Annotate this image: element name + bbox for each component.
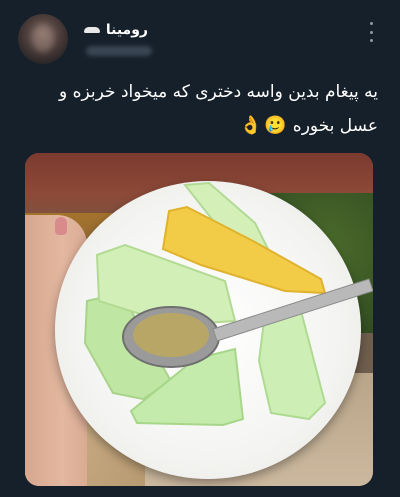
- author-display-name[interactable]: رومینا: [106, 22, 148, 38]
- honey-in-spoon: [133, 313, 209, 357]
- author-handle-blurred: [86, 46, 152, 56]
- smiling-tear-emoji-icon: 🥲: [263, 115, 287, 136]
- avatar[interactable]: [18, 14, 68, 64]
- name-emoji-icon: [83, 27, 100, 33]
- tweet-card: رومینا یه پیغام بدین واسه دختری که میخوا…: [0, 0, 400, 497]
- tweet-text-line-2-words: عسل بخوره: [292, 116, 378, 136]
- tweet-header: رومینا: [0, 14, 400, 70]
- melon-slice-right: [257, 309, 327, 421]
- tweet-text-line-1: یه پیغام بدین واسه دختری که میخواد خربزه…: [59, 82, 378, 102]
- tweet-photo[interactable]: [25, 153, 373, 486]
- tweet-text: یه پیغام بدین واسه دختری که میخواد خربزه…: [22, 75, 378, 143]
- ok-hand-emoji-icon: 👌: [239, 115, 262, 136]
- more-options-icon[interactable]: [363, 22, 379, 42]
- author-name-row[interactable]: رومینا: [83, 22, 148, 38]
- tweet-text-line-2: عسل بخوره 🥲👌: [22, 109, 378, 143]
- photo-food-illustration: [83, 181, 373, 427]
